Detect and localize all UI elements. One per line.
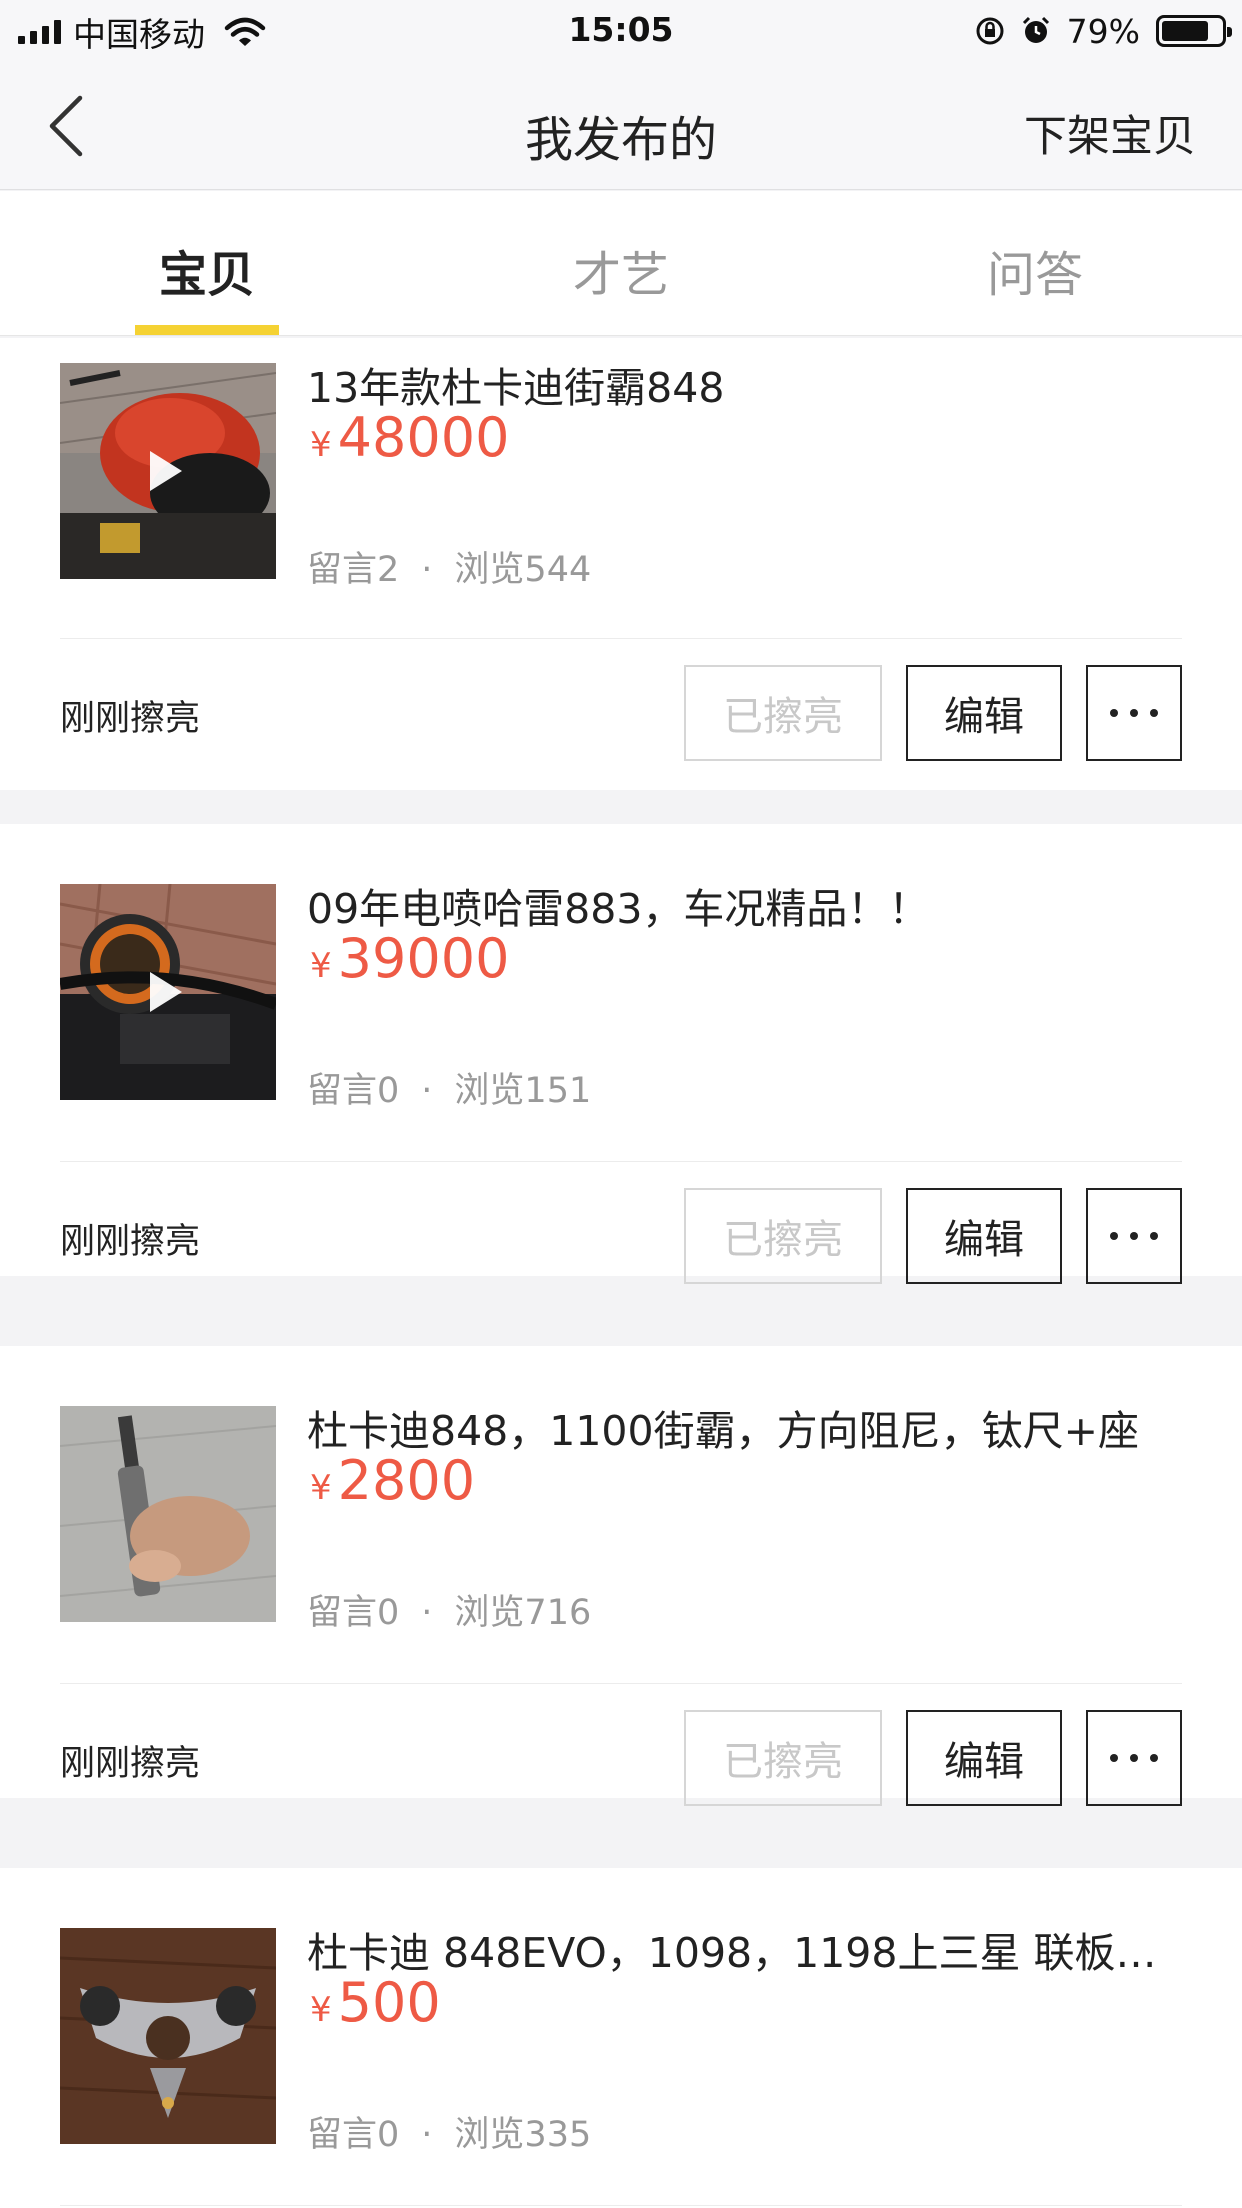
refresh-status: 刚刚擦亮	[60, 699, 201, 739]
more-button[interactable]	[1086, 1188, 1182, 1284]
currency-symbol: ¥	[310, 425, 332, 465]
listing-card[interactable]: 杜卡迪848，1100街霸，方向阻尼，钛尺+座 ¥2800 留言0 · 浏览716 …	[0, 1346, 1242, 1806]
item-price: ¥2800	[310, 1449, 475, 1512]
item-title: 09年电喷哈雷883，车况精品！！	[307, 885, 930, 933]
item-thumbnail[interactable]	[60, 1928, 276, 2144]
listing-card[interactable]: 杜卡迪 848EVO，1098，1198上三星 联板… ¥500 留言0 · 浏览3…	[0, 1868, 1242, 2208]
item-thumbnail[interactable]	[60, 1406, 276, 1622]
nav-bar: 我发布的 下架宝贝	[0, 62, 1242, 190]
steering-damper-photo	[60, 1406, 276, 1622]
polished-button: 已擦亮	[684, 1188, 882, 1284]
more-button[interactable]	[1086, 1710, 1182, 1806]
comment-count: 留言0	[307, 2115, 400, 2155]
item-thumbnail[interactable]	[60, 884, 276, 1100]
divider	[60, 638, 1182, 639]
price-value: 500	[337, 1971, 441, 2034]
currency-symbol: ¥	[310, 946, 332, 986]
refresh-status: 刚刚擦亮	[60, 1744, 201, 1784]
alarm-icon	[1022, 16, 1049, 43]
listing-card[interactable]: 09年电喷哈雷883，车况精品！！ ¥39000 留言0 · 浏览151 刚刚擦亮 …	[0, 824, 1242, 1284]
item-title: 13年款杜卡迪街霸848	[307, 364, 725, 412]
edit-button[interactable]: 编辑	[906, 1710, 1062, 1806]
view-count: 浏览335	[454, 2115, 592, 2155]
comment-count: 留言0	[307, 1593, 400, 1633]
divider	[60, 1161, 1182, 1162]
battery-percent: 79%	[1066, 11, 1140, 51]
tab-qa[interactable]: 问答	[828, 235, 1242, 305]
price-value: 39000	[337, 927, 510, 990]
divider	[60, 1683, 1182, 1684]
edit-button[interactable]: 编辑	[906, 1188, 1062, 1284]
tab-talent[interactable]: 才艺	[414, 235, 828, 305]
polished-button: 已擦亮	[684, 1710, 882, 1806]
price-value: 48000	[337, 406, 510, 469]
item-stats: 留言0 · 浏览151	[307, 1062, 591, 1113]
tab-bar: 宝贝 才艺 问答	[0, 191, 1242, 336]
play-icon	[150, 451, 182, 491]
comment-count: 留言0	[307, 1071, 400, 1111]
item-price: ¥39000	[310, 927, 509, 990]
separator-dot: ·	[421, 550, 433, 590]
battery-icon	[1156, 15, 1232, 47]
comment-count: 留言2	[307, 550, 400, 590]
item-price: ¥500	[310, 1971, 441, 2034]
view-count: 浏览544	[454, 550, 592, 590]
separator-dot: ·	[421, 1593, 433, 1633]
more-button[interactable]	[1086, 665, 1182, 761]
item-stats: 留言0 · 浏览716	[307, 1584, 591, 1635]
view-count: 浏览716	[454, 1593, 592, 1633]
separator-dot: ·	[421, 2115, 433, 2155]
item-stats: 留言0 · 浏览335	[307, 2106, 591, 2157]
view-count: 浏览151	[454, 1071, 592, 1111]
tab-items[interactable]: 宝贝	[0, 235, 414, 305]
refresh-status: 刚刚擦亮	[60, 1222, 201, 1262]
item-thumbnail[interactable]	[60, 363, 276, 579]
currency-symbol: ¥	[310, 1468, 332, 1508]
triple-clamp-photo	[60, 1928, 276, 2144]
listing-card[interactable]: 13年款杜卡迪街霸848 ¥48000 留言2 · 浏览544 刚刚擦亮 已擦亮 编…	[0, 338, 1242, 790]
price-value: 2800	[337, 1449, 476, 1512]
orientation-lock-icon	[976, 17, 1004, 45]
item-title: 杜卡迪848，1100街霸，方向阻尼，钛尺+座	[307, 1407, 1139, 1455]
status-bar: 中国移动 15:05 79%	[0, 0, 1242, 62]
play-icon	[150, 972, 182, 1012]
polished-button: 已擦亮	[684, 665, 882, 761]
active-tab-indicator	[135, 325, 279, 335]
divider	[60, 2205, 1182, 2206]
item-stats: 留言2 · 浏览544	[307, 541, 591, 592]
item-title: 杜卡迪 848EVO，1098，1198上三星 联板…	[307, 1929, 1157, 1977]
currency-symbol: ¥	[310, 1990, 332, 2030]
edit-button[interactable]: 编辑	[906, 665, 1062, 761]
item-price: ¥48000	[310, 406, 509, 469]
separator-dot: ·	[421, 1071, 433, 1111]
take-down-button[interactable]: 下架宝贝	[1024, 102, 1196, 164]
